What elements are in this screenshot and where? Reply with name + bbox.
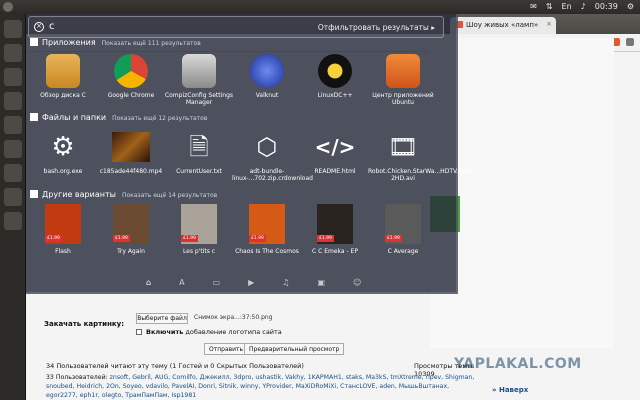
unity-dash: × с Отфильтровать результаты ▸ Приложени… (26, 14, 474, 294)
photo-lens-icon[interactable]: ▣ (317, 278, 325, 294)
result-file[interactable]: c185ade44f480.mp4 (96, 130, 166, 175)
volume-icon[interactable]: ♪ (581, 2, 586, 11)
mail-icon[interactable]: ✉ (530, 2, 537, 11)
dash-search[interactable]: × с Отфильтровать результаты ▸ (28, 16, 444, 38)
launcher-app-icon[interactable] (4, 140, 22, 158)
launcher-settings-icon[interactable] (4, 116, 22, 134)
result-album[interactable]: £1.99 C Average (368, 204, 438, 255)
chrome-icon (114, 54, 148, 88)
album-cover: £1.99 (317, 204, 353, 244)
result-album[interactable]: £1.99 C C Emeka - EP (300, 204, 370, 255)
close-icon[interactable]: × (34, 22, 44, 32)
readers-line: 34 Пользователей читают эту тему (1 Гост… (46, 362, 486, 378)
clock[interactable]: 00:39 (595, 2, 618, 11)
result-app[interactable]: Центр приложений Ubuntu (368, 54, 438, 106)
result-file[interactable]: ⚙ bash.org.exe (28, 130, 98, 176)
film-icon: 🎞 (387, 132, 419, 161)
apps-icon (30, 38, 38, 46)
scroll-top-link[interactable]: » Наверх (492, 386, 528, 394)
choose-file-button[interactable]: Выберите файл (136, 313, 188, 324)
send-button[interactable]: Отправить (204, 343, 249, 355)
software-center-icon (386, 54, 420, 88)
users-names[interactable]: znsoft, Gebril, AUG, Comilfo, Джекилл, 3… (46, 374, 474, 399)
launcher-files-icon[interactable] (4, 44, 22, 62)
folder-icon (46, 54, 80, 88)
section-other: Другие варианты Показать ещё 14 результат… (30, 190, 217, 199)
result-file[interactable]: </> README.html (300, 130, 370, 176)
ubuntu-menu-icon[interactable] (3, 2, 13, 12)
files-icon (30, 113, 38, 121)
users-list: 33 Пользователей: znsoft, Gebril, AUG, C… (46, 373, 476, 400)
launcher-browser-icon[interactable] (4, 68, 22, 86)
album-cover: £1.99 (385, 204, 421, 244)
menu-icon[interactable] (626, 38, 634, 46)
search-input[interactable]: с (49, 21, 55, 32)
music-icon (30, 190, 38, 198)
launcher-dash-icon[interactable] (4, 20, 22, 38)
keyboard-icon[interactable]: En (562, 2, 572, 11)
result-album[interactable]: £1.99 Chaos Is The Cosmos (232, 204, 302, 255)
album-cover: £1.99 (249, 204, 285, 244)
attach-label: Закачать картинку: (44, 320, 125, 328)
browser-tab[interactable]: Шоу живых «ламп» × (450, 17, 556, 34)
gear-icon: ⚙ (51, 131, 75, 162)
result-app[interactable]: CompizConfig Settings Manager (164, 54, 234, 106)
document-icon: 🗎 (189, 132, 209, 161)
result-app[interactable]: Valknut (232, 54, 302, 99)
result-file[interactable]: 🎞 Robot.Chicken.StarWa...HDTV.XviD-2HD.a… (368, 130, 474, 183)
result-app[interactable]: Google Chrome (96, 54, 166, 99)
penguin-icon (318, 54, 352, 88)
result-album[interactable]: £1.99 Les p'tits c (164, 204, 234, 255)
video-lens-icon[interactable]: ▶ (248, 278, 254, 294)
show-more-link[interactable]: Показать ещё 14 результатов (122, 192, 217, 199)
music-lens-icon[interactable]: ♫ (282, 278, 289, 294)
social-lens-icon[interactable]: ☺ (353, 278, 361, 294)
top-panel: ✉ ⇅ En ♪ 00:39 ⚙ (0, 0, 640, 14)
home-lens-icon[interactable]: ⌂ (146, 278, 151, 294)
result-file[interactable]: 🗎 CurrentUser.txt (164, 130, 234, 176)
album-cover: £1.99 (113, 204, 149, 244)
readers-text: 34 Пользователей читают эту тему (1 Гост… (46, 362, 304, 370)
result-file[interactable]: ⬡ adt-bundle-linux-...702.zip.crdownload (232, 130, 313, 183)
filter-results-button[interactable]: Отфильтровать результаты ▸ (318, 23, 435, 32)
file-name: Снимок экра...:37:50.png (194, 314, 273, 321)
launcher-app-icon[interactable] (4, 164, 22, 182)
section-apps: Приложения Показать ещё 111 результатов (30, 38, 201, 47)
package-icon: ⬡ (256, 132, 278, 161)
launcher-terminal-icon[interactable] (4, 92, 22, 110)
users-count: 33 Пользователей: (46, 374, 108, 381)
logo-checkbox[interactable]: Включить добавление логотипа сайта (136, 328, 282, 336)
settings-icon (182, 54, 216, 88)
system-tray: ✉ ⇅ En ♪ 00:39 ⚙ (530, 2, 634, 11)
result-album[interactable]: £1.99 Flash (28, 204, 98, 255)
show-more-link[interactable]: Показать ещё 111 результатов (102, 40, 201, 47)
tab-title: Шоу живых «ламп» (466, 21, 539, 29)
power-icon[interactable]: ⚙ (627, 2, 634, 11)
html-file-icon: </> (314, 134, 356, 159)
globe-icon (250, 54, 284, 88)
album-cover: £1.99 (45, 204, 81, 244)
preview-button[interactable]: Предварительный просмотр (244, 343, 345, 355)
network-icon[interactable]: ⇅ (546, 2, 553, 11)
album-cover: £1.99 (181, 204, 217, 244)
show-more-link[interactable]: Показать ещё 12 результатов (112, 115, 207, 122)
section-files: Файлы и папки Показать ещё 12 результатов (30, 113, 207, 122)
launcher (0, 14, 26, 400)
checkbox-icon[interactable] (136, 329, 142, 335)
apps-lens-icon[interactable]: A (179, 278, 184, 294)
close-icon[interactable]: × (546, 20, 552, 28)
video-thumbnail-icon (112, 132, 150, 162)
result-app[interactable]: LinuxDC++ (300, 54, 370, 99)
lens-bar: ⌂ A ▭ ▶ ♫ ▣ ☺ (26, 278, 458, 294)
launcher-app-icon[interactable] (4, 212, 22, 230)
result-app[interactable]: Обзор диска С (28, 54, 98, 99)
launcher-app-icon[interactable] (4, 188, 22, 206)
result-album[interactable]: £1.99 Try Again (96, 204, 166, 255)
files-lens-icon[interactable]: ▭ (213, 278, 221, 294)
